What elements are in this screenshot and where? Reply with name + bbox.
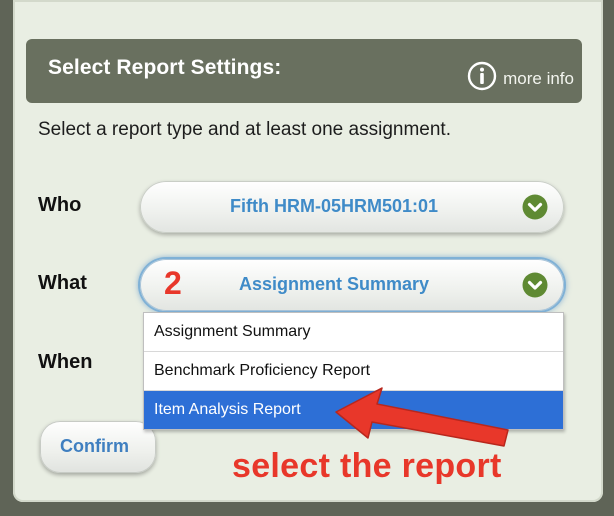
red-arrow-icon <box>335 387 509 447</box>
what-select-value: Assignment Summary <box>238 274 430 294</box>
panel-title: Select Report Settings: <box>48 56 282 79</box>
confirm-button[interactable]: Confirm <box>40 421 156 473</box>
who-label: Who <box>38 194 82 216</box>
more-info-link[interactable]: more info <box>467 61 574 91</box>
when-label: When <box>38 351 93 373</box>
chevron-down-icon <box>522 272 548 298</box>
what-label: What <box>38 272 87 294</box>
more-info-label: more info <box>503 68 574 88</box>
dropdown-option-assignment-summary[interactable]: Assignment Summary <box>144 313 563 352</box>
panel-header: Select Report Settings: more info <box>26 39 582 103</box>
who-select[interactable]: Fifth HRM-05HRM501:01 <box>140 181 564 233</box>
info-circle-icon <box>467 61 497 91</box>
confirm-button-label: Confirm <box>60 436 129 456</box>
instructions-text: Select a report type and at least one as… <box>38 119 451 140</box>
chevron-down-icon <box>522 194 548 220</box>
annotation-callout-text: select the report <box>232 447 502 485</box>
window-frame: Select Report Settings: more info Select… <box>0 0 614 516</box>
who-select-value: Fifth HRM-05HRM501:01 <box>229 196 439 216</box>
what-select[interactable]: 2 Assignment Summary <box>140 259 564 311</box>
